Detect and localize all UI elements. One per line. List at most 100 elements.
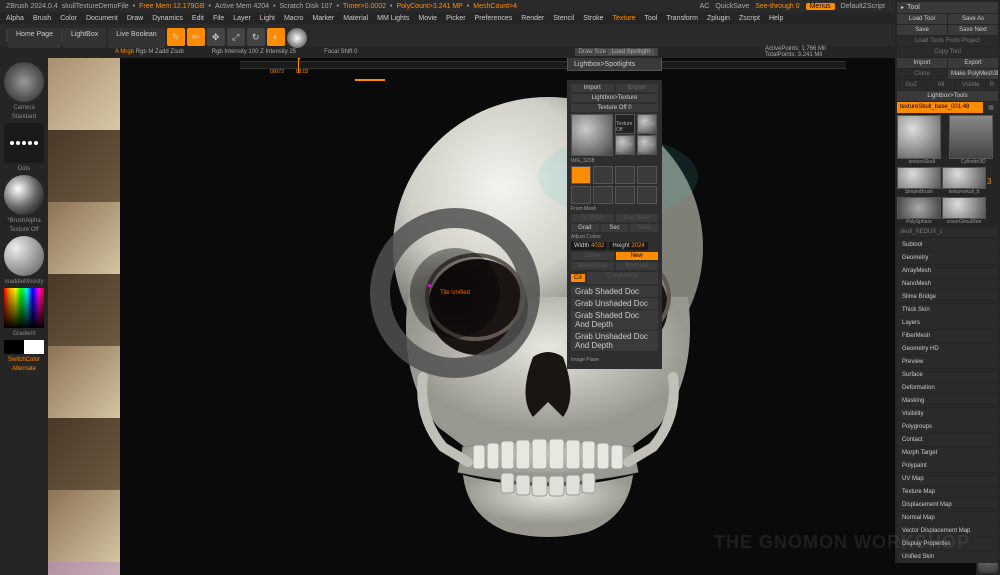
draw-mode-icon[interactable]: ✏ — [187, 28, 205, 46]
rotate-mode-icon[interactable]: ↻ — [247, 28, 265, 46]
import-button[interactable]: Import — [571, 84, 614, 92]
tool-thumb[interactable] — [897, 115, 941, 159]
savenext-button[interactable]: Save Next — [948, 25, 998, 35]
texture-slot[interactable]: Texture Off — [615, 114, 635, 134]
section-morph-target[interactable]: Morph Target — [897, 447, 998, 459]
menu-stroke[interactable]: Stroke — [583, 15, 603, 22]
material-sphere[interactable] — [4, 236, 44, 276]
saveas-button[interactable]: Save As — [948, 14, 998, 24]
material-preview-icon[interactable] — [287, 28, 307, 48]
menu-material[interactable]: Material — [343, 15, 368, 22]
texture-thumb[interactable] — [48, 490, 120, 562]
grab-button[interactable]: Grab Shaded Doc — [571, 286, 658, 297]
texture-thumb[interactable] — [48, 58, 120, 130]
section-fibermesh[interactable]: FiberMesh — [897, 330, 998, 342]
section-polypaint[interactable]: Polypaint — [897, 460, 998, 472]
tab-lightbox[interactable]: LightBox — [63, 28, 106, 48]
tool-thumb[interactable] — [942, 167, 986, 189]
texture-slot[interactable]: Texture 40 — [637, 135, 657, 155]
texture-thumb[interactable] — [48, 274, 120, 346]
current-tool[interactable]: textureSkull_base_001.48 — [897, 102, 983, 113]
tool-thumb[interactable] — [897, 167, 941, 189]
texture-thumb[interactable] — [48, 418, 120, 490]
texture-thumb[interactable] — [48, 202, 120, 274]
gizmo-icon[interactable]: ◐ — [267, 28, 285, 46]
menu-movie[interactable]: Movie — [418, 15, 437, 22]
tool-thumb[interactable] — [897, 197, 941, 219]
menu-picker[interactable]: Picker — [446, 15, 465, 22]
lightbox-tools-button[interactable]: Lightbox>Tools — [897, 91, 998, 101]
load-spotlight-button[interactable]: Draw Size Load Spotlight — [575, 48, 658, 56]
section-nanomesh[interactable]: NanoMesh — [897, 278, 998, 290]
menu-macro[interactable]: Macro — [284, 15, 303, 22]
section-arraymesh[interactable]: ArrayMesh — [897, 265, 998, 277]
section-layers[interactable]: Layers — [897, 317, 998, 329]
lightbox-texture-button[interactable]: Lightbox>Texture — [571, 94, 658, 102]
menu-texture[interactable]: Texture — [613, 15, 636, 22]
section-visibility[interactable]: Visibility — [897, 408, 998, 420]
skull-model[interactable] — [368, 97, 728, 537]
menu-preferences[interactable]: Preferences — [475, 15, 513, 22]
menu-brush[interactable]: Brush — [33, 15, 51, 22]
menu-render[interactable]: Render — [521, 15, 544, 22]
panel-icon[interactable] — [615, 186, 635, 204]
texture-off-toggle[interactable]: Texture Off 0 — [571, 104, 658, 112]
dropdown-lightbox-spotlights[interactable]: Lightbox>Spotlights — [568, 59, 661, 70]
menu-alpha[interactable]: Alpha — [6, 15, 24, 22]
menu-tool[interactable]: Tool — [644, 15, 657, 22]
export-button[interactable]: Export — [616, 84, 659, 92]
quicksave-button[interactable]: QuickSave — [715, 3, 749, 10]
panel-icon[interactable] — [593, 186, 613, 204]
menu-help[interactable]: Help — [769, 15, 783, 22]
new-button[interactable]: New — [616, 252, 659, 260]
panel-icon[interactable] — [571, 166, 591, 184]
brush-preview[interactable] — [4, 62, 44, 102]
menu-zplugin[interactable]: Zplugin — [707, 15, 730, 22]
menu-color[interactable]: Color — [60, 15, 77, 22]
load-tool-button[interactable]: Load Tool — [897, 14, 947, 24]
menu-mmlights[interactable]: MM Lights — [377, 15, 409, 22]
move-mode-icon[interactable]: ✥ — [207, 28, 225, 46]
menu-light[interactable]: Light — [260, 15, 275, 22]
menu-layer[interactable]: Layer — [233, 15, 251, 22]
section-polygroups[interactable]: Polygroups — [897, 421, 998, 433]
panel-icon[interactable] — [637, 166, 657, 184]
timeline[interactable]: 0007203:03 — [240, 61, 846, 77]
texture-thumb[interactable] — [48, 346, 120, 418]
sec-button[interactable]: Sec — [601, 224, 629, 232]
color-picker[interactable] — [4, 288, 44, 328]
save-button[interactable]: Save — [897, 25, 947, 35]
scale-mode-icon[interactable]: ⤢ — [227, 28, 245, 46]
section-thick-skin[interactable]: Thick Skin — [897, 304, 998, 316]
texture-slot-main[interactable] — [571, 114, 613, 156]
texture-thumb[interactable] — [48, 562, 120, 575]
tab-liveboolean[interactable]: Live Boolean — [108, 28, 164, 48]
make-polymesh-button[interactable]: Make PolyMesh3D — [948, 69, 998, 79]
tool-thumb[interactable] — [942, 197, 986, 219]
grad-button[interactable]: Grad — [571, 224, 599, 232]
section-geometry[interactable]: Geometry — [897, 252, 998, 264]
section-masking[interactable]: Masking — [897, 395, 998, 407]
section-contact[interactable]: Contact — [897, 434, 998, 446]
section-subtool[interactable]: Subtool — [897, 239, 998, 251]
texture-slot[interactable]: Texture 01 — [615, 135, 635, 155]
section-slime-bridge[interactable]: Slime Bridge — [897, 291, 998, 303]
section-displacement-map[interactable]: Displacement Map — [897, 499, 998, 511]
section-texture-map[interactable]: Texture Map — [897, 486, 998, 498]
tab-home[interactable]: Home Page — [8, 28, 61, 48]
menu-marker[interactable]: Marker — [312, 15, 334, 22]
texture-thumb[interactable] — [48, 130, 120, 202]
section-preview[interactable]: Preview — [897, 356, 998, 368]
gradient-swatch[interactable] — [4, 340, 44, 354]
texture-slot[interactable]: Texture 27 — [637, 114, 657, 134]
menu-zscript[interactable]: Zscript — [739, 15, 760, 22]
viewport[interactable]: 0007203:03 — [120, 58, 976, 575]
menu-file[interactable]: File — [213, 15, 224, 22]
brush-alpha[interactable] — [4, 175, 44, 215]
edit-mode-icon[interactable]: ✎ — [167, 28, 185, 46]
panel-icon[interactable] — [615, 166, 635, 184]
section-geometry-hd[interactable]: Geometry HD — [897, 343, 998, 355]
grab-button[interactable]: Grab Shaded Doc And Depth — [571, 310, 658, 330]
section-surface[interactable]: Surface — [897, 369, 998, 381]
tool-panel-header[interactable]: Tool — [897, 2, 998, 13]
